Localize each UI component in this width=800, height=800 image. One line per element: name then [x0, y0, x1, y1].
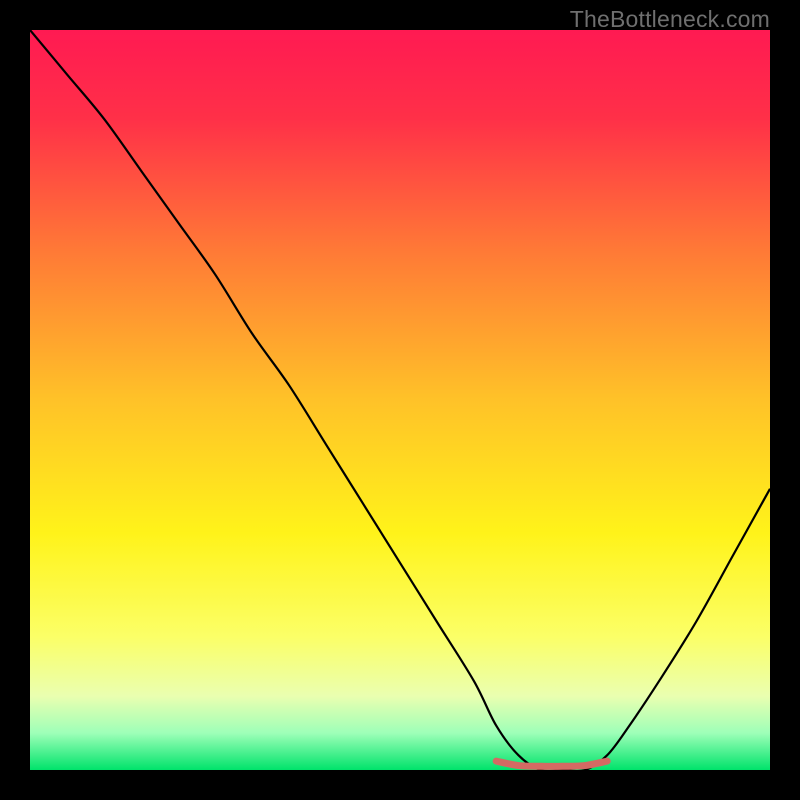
optimal-range-marker [496, 761, 607, 766]
chart-frame: TheBottleneck.com [0, 0, 800, 800]
plot-area [30, 30, 770, 770]
bottleneck-curve [30, 30, 770, 770]
watermark-text: TheBottleneck.com [570, 6, 770, 33]
curve-layer [30, 30, 770, 770]
